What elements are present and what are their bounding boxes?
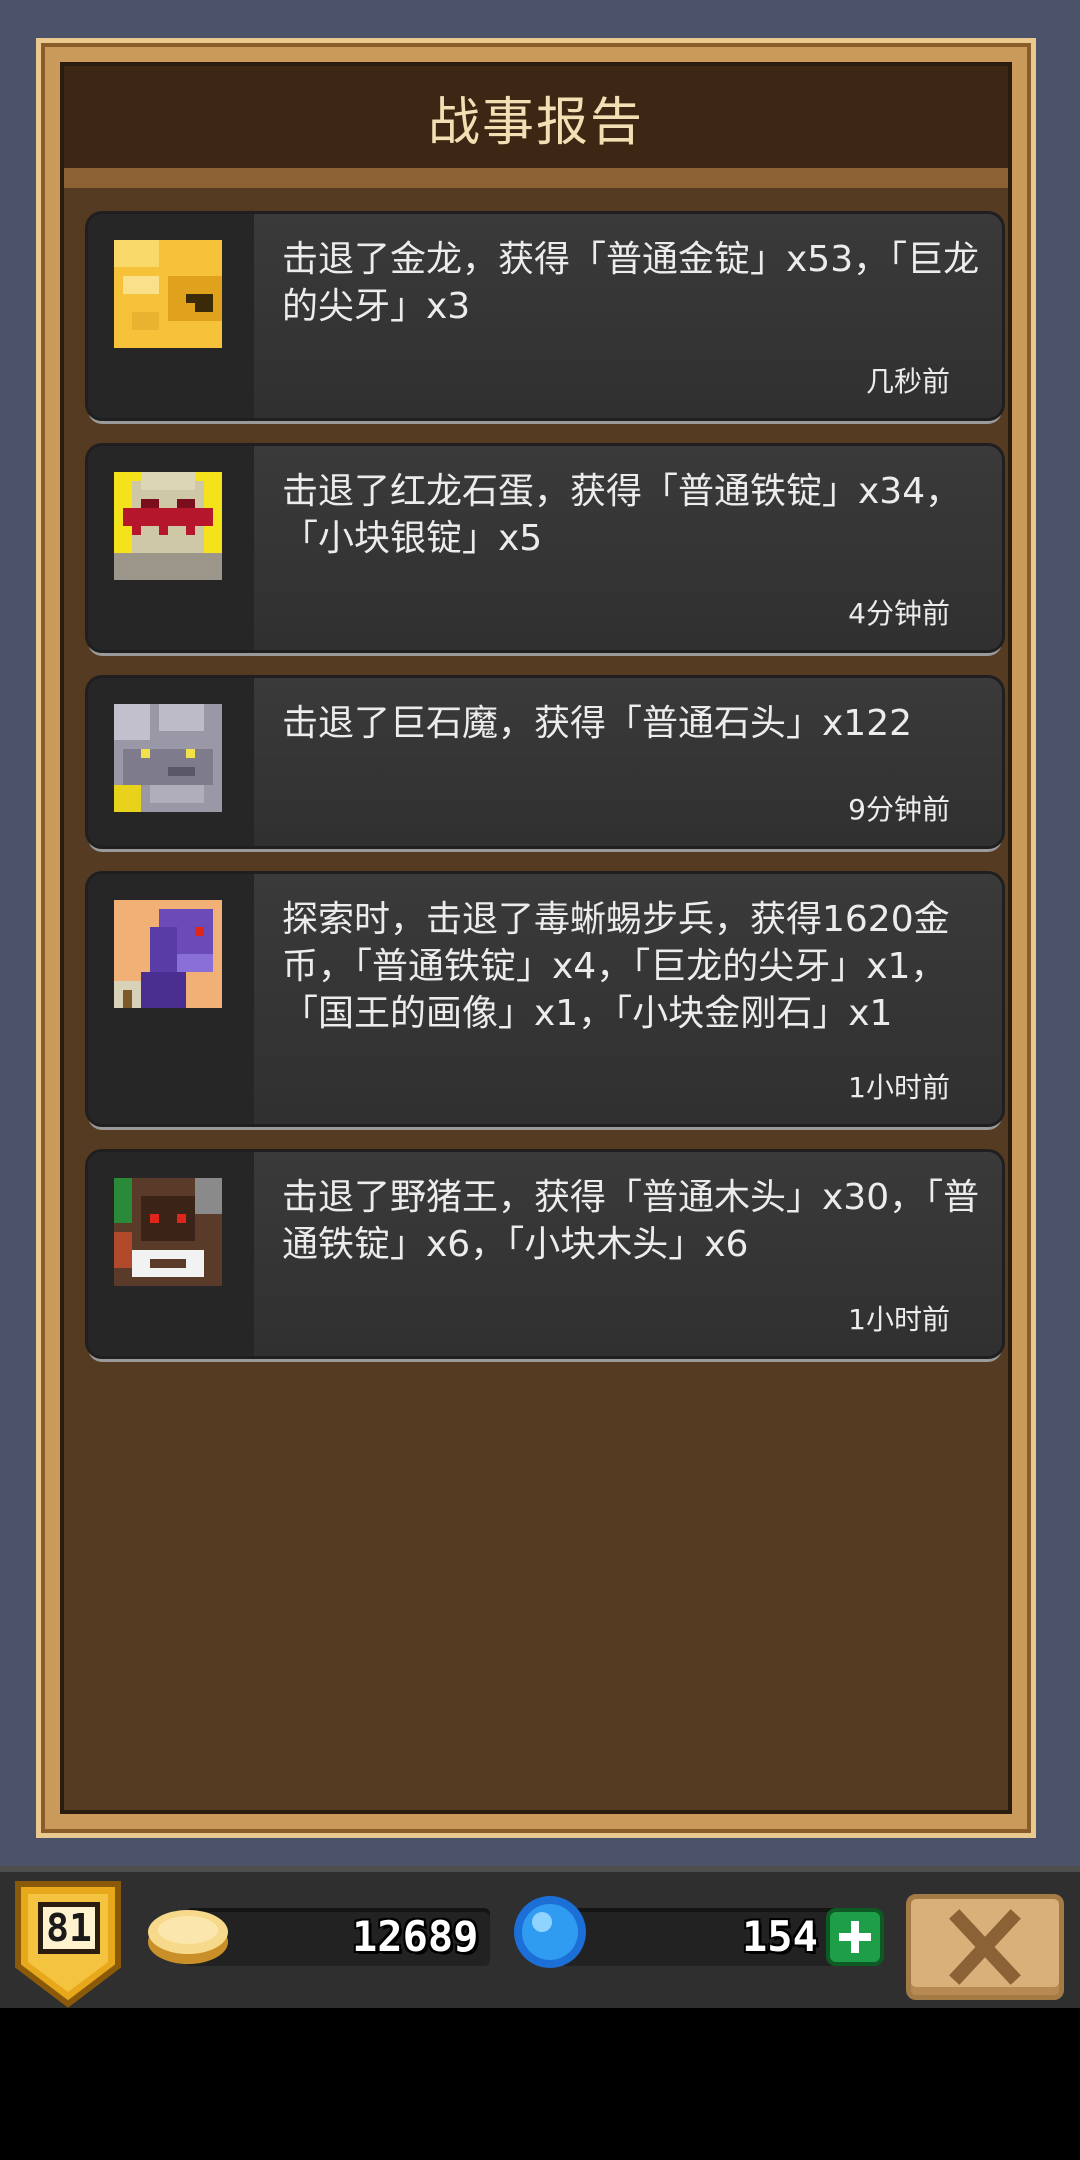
portrait-slot (88, 874, 254, 1124)
report-time: 1小时前 (848, 1071, 950, 1104)
report-card[interactable]: 击退了金龙，获得「普通金锭」x53，「巨龙的尖牙」x3 几秒前 (88, 214, 1002, 418)
report-message: 击退了红龙石蛋，获得「普通铁锭」x34，「小块银锭」x5 (282, 471, 962, 559)
red-dragon-egg-icon (114, 472, 222, 580)
blue-gem-icon (512, 1894, 588, 1970)
report-list[interactable]: 击退了金龙，获得「普通金锭」x53，「巨龙的尖牙」x3 几秒前 击退了红龙石蛋，… (88, 214, 1002, 1356)
level-badge[interactable]: 81 (14, 1880, 122, 2008)
plus-icon (839, 1921, 871, 1953)
report-body: 击退了野猪王，获得「普通木头」x30，「普通铁锭」x6，「小块木头」x6 1小时… (254, 1152, 1002, 1356)
title-divider (64, 168, 1008, 188)
report-time: 4分钟前 (848, 597, 950, 630)
report-card[interactable]: 击退了野猪王，获得「普通木头」x30，「普通铁锭」x6，「小块木头」x6 1小时… (88, 1152, 1002, 1356)
add-gems-button[interactable] (826, 1908, 884, 1966)
portrait-slot (88, 1152, 254, 1356)
close-button[interactable] (906, 1894, 1064, 2000)
resource-bar: 81 12689 154 (0, 1866, 1080, 2008)
portrait-slot (88, 678, 254, 846)
stone-golem-icon (114, 704, 222, 812)
nav-area (0, 2008, 1080, 2160)
report-body: 击退了金龙，获得「普通金锭」x53，「巨龙的尖牙」x3 几秒前 (254, 214, 1002, 418)
poison-lizard-icon (114, 900, 222, 1008)
wild-boar-king-icon (114, 1178, 222, 1286)
report-time: 1小时前 (848, 1303, 950, 1336)
report-time: 9分钟前 (848, 793, 950, 826)
gold-coin-icon (146, 1902, 230, 1966)
report-body: 击退了巨石魔，获得「普通石头」x122 9分钟前 (254, 678, 1002, 846)
portrait-slot (88, 214, 254, 418)
close-icon (949, 1909, 1021, 1985)
report-card[interactable]: 击退了巨石魔，获得「普通石头」x122 9分钟前 (88, 678, 1002, 846)
portrait-slot (88, 446, 254, 650)
golden-dragon-icon (114, 240, 222, 348)
report-card[interactable]: 探索时，击退了毒蜥蜴步兵，获得1620金币，「普通铁锭」x4，「巨龙的尖牙」x1… (88, 874, 1002, 1124)
report-panel: 战事报告 击退了金龙，获得「普通金锭」x53，「巨龙的尖牙」x3 几秒前 击退了… (60, 62, 1012, 1814)
report-body: 击退了红龙石蛋，获得「普通铁锭」x34，「小块银锭」x5 4分钟前 (254, 446, 1002, 650)
report-card[interactable]: 击退了红龙石蛋，获得「普通铁锭」x34，「小块银锭」x5 4分钟前 (88, 446, 1002, 650)
report-message: 击退了野猪王，获得「普通木头」x30，「普通铁锭」x6，「小块木头」x6 (282, 1177, 980, 1265)
report-panel-frame: 战事报告 击退了金龙，获得「普通金锭」x53，「巨龙的尖牙」x3 几秒前 击退了… (36, 38, 1036, 1838)
report-time: 几秒前 (865, 365, 950, 398)
level-number: 81 (38, 1902, 100, 1954)
gold-amount: 12689 (352, 1912, 479, 1961)
report-message: 击退了巨石魔，获得「普通石头」x122 (282, 703, 913, 744)
title-bar: 战事报告 (64, 66, 1008, 168)
report-message: 探索时，击退了毒蜥蜴步兵，获得1620金币，「普通铁锭」x4，「巨龙的尖牙」x1… (282, 899, 950, 1034)
report-message: 击退了金龙，获得「普通金锭」x53，「巨龙的尖牙」x3 (282, 239, 980, 327)
gem-amount: 154 (742, 1912, 818, 1961)
page-title: 战事报告 (427, 92, 644, 153)
report-body: 探索时，击退了毒蜥蜴步兵，获得1620金币，「普通铁锭」x4，「巨龙的尖牙」x1… (254, 874, 1002, 1124)
